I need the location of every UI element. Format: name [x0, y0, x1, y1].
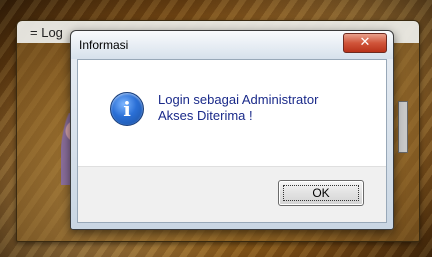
dialog-footer: OK: [78, 166, 386, 222]
dialog-message: Login sebagai Administrator Akses Diteri…: [158, 92, 318, 124]
message-line-2: Akses Diterima !: [158, 108, 253, 123]
info-dialog: Informasi ✕ i Login sebagai Administrato…: [70, 30, 394, 230]
ok-button[interactable]: OK: [278, 180, 364, 206]
login-window-title-text: Log: [41, 25, 63, 40]
close-button[interactable]: ✕: [343, 33, 387, 53]
info-icon-glyph: i: [123, 97, 131, 121]
info-icon: i: [110, 92, 144, 126]
login-window-title-prefix: =: [30, 25, 38, 40]
dialog-body: i Login sebagai Administrator Akses Dite…: [77, 59, 387, 223]
login-window-title: = Log: [30, 25, 63, 40]
back-window-control: [398, 101, 408, 153]
close-icon: ✕: [359, 35, 371, 50]
message-line-1: Login sebagai Administrator: [158, 92, 319, 107]
dialog-titlebar[interactable]: Informasi ✕: [71, 31, 393, 59]
dialog-title: Informasi: [79, 38, 129, 52]
ok-button-label: OK: [312, 186, 330, 200]
